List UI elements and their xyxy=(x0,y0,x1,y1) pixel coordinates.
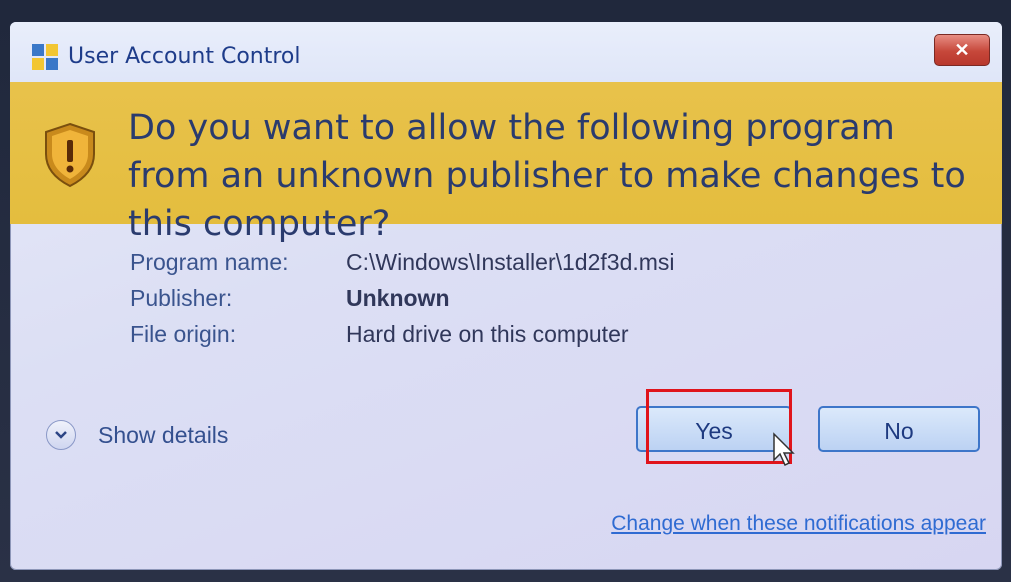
publisher-value: Unknown xyxy=(346,284,450,311)
change-notifications-link[interactable]: Change when these notifications appear xyxy=(611,512,986,536)
chevron-down-icon[interactable] xyxy=(46,420,76,450)
window-title: User Account Control xyxy=(68,44,301,69)
program-name-label: Program name: xyxy=(130,248,289,275)
close-icon: ✕ xyxy=(954,40,970,60)
no-button[interactable]: No xyxy=(818,406,980,452)
detail-row-program-name: Program name: C:\Windows\Installer\1d2f3… xyxy=(130,244,675,280)
uac-dialog: User Account Control ✕ Do you want to al… xyxy=(10,22,1002,570)
title-bar: User Account Control ✕ xyxy=(10,22,1002,82)
program-name-value: C:\Windows\Installer\1d2f3d.msi xyxy=(346,248,675,275)
warning-banner: Do you want to allow the following progr… xyxy=(10,82,1002,244)
detail-row-file-origin: File origin: Hard drive on this computer xyxy=(130,316,675,352)
close-button[interactable]: ✕ xyxy=(934,34,990,66)
program-details: Program name: C:\Windows\Installer\1d2f3… xyxy=(130,244,675,352)
show-details-toggle[interactable]: Show details xyxy=(46,420,228,450)
file-origin-value: Hard drive on this computer xyxy=(346,320,629,347)
uac-question: Do you want to allow the following progr… xyxy=(128,108,966,244)
uac-shield-icon xyxy=(32,44,58,70)
show-details-label: Show details xyxy=(98,421,229,448)
file-origin-label: File origin: xyxy=(130,320,237,347)
detail-row-publisher: Publisher: Unknown xyxy=(130,280,675,316)
highlight-box xyxy=(646,389,792,464)
mouse-cursor-icon xyxy=(773,432,795,467)
shield-warning-icon xyxy=(45,122,95,188)
publisher-label: Publisher: xyxy=(130,284,233,311)
screen-background: User Account Control ✕ Do you want to al… xyxy=(0,0,1011,582)
